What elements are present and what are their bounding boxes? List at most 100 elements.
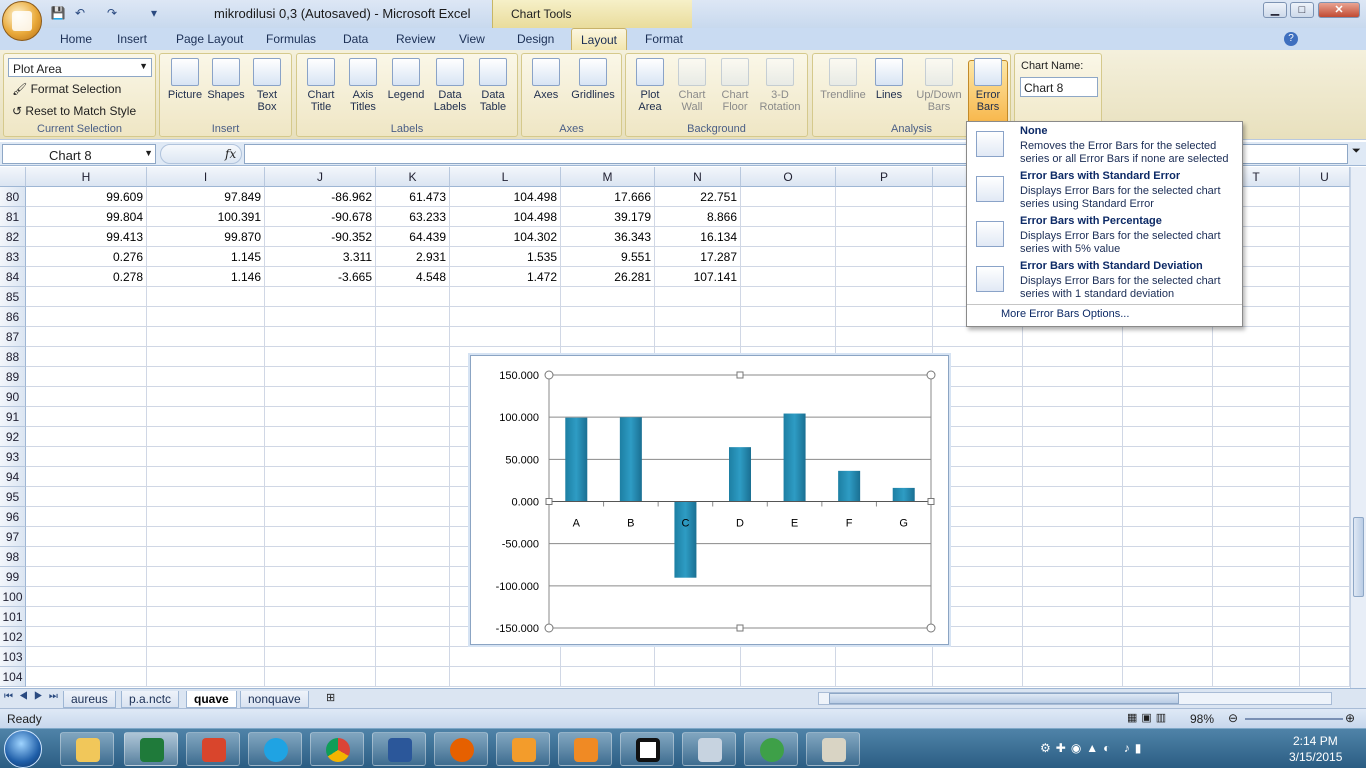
cell[interactable] bbox=[1213, 427, 1300, 447]
menu-item-none[interactable]: None Removes the Error Bars for the sele… bbox=[967, 122, 1242, 167]
cell[interactable] bbox=[1213, 467, 1300, 487]
cell[interactable] bbox=[26, 587, 147, 607]
cell[interactable] bbox=[1023, 447, 1123, 467]
cell[interactable] bbox=[147, 447, 265, 467]
cell[interactable] bbox=[26, 547, 147, 567]
cell[interactable] bbox=[26, 427, 147, 447]
cell[interactable] bbox=[836, 187, 933, 207]
cell[interactable]: 26.281 bbox=[561, 267, 655, 287]
cell[interactable]: 39.179 bbox=[561, 207, 655, 227]
tab-data[interactable]: Data bbox=[343, 32, 368, 46]
skype-taskbar-icon[interactable] bbox=[248, 732, 302, 766]
cell[interactable] bbox=[836, 207, 933, 227]
cell[interactable] bbox=[147, 567, 265, 587]
cell[interactable] bbox=[1123, 627, 1213, 647]
cell[interactable] bbox=[376, 587, 450, 607]
sheet-tab-aureus[interactable]: aureus bbox=[63, 691, 116, 708]
cell[interactable]: 100.391 bbox=[147, 207, 265, 227]
picture-button[interactable]: Picture bbox=[165, 58, 205, 101]
cell[interactable] bbox=[1300, 447, 1350, 467]
cell[interactable]: 9.551 bbox=[561, 247, 655, 267]
cell[interactable] bbox=[26, 607, 147, 627]
cell[interactable] bbox=[26, 507, 147, 527]
cell[interactable]: 104.498 bbox=[450, 187, 561, 207]
firefox-taskbar-icon[interactable] bbox=[434, 732, 488, 766]
zoom-level[interactable]: 98% bbox=[1190, 712, 1214, 726]
cell[interactable] bbox=[1023, 507, 1123, 527]
chart-wall-button[interactable]: Chart Wall bbox=[672, 58, 712, 113]
cell[interactable] bbox=[265, 467, 376, 487]
view-buttons-icon[interactable]: ▦▣▥ bbox=[1127, 711, 1170, 724]
axis-titles-button[interactable]: Axis Titles bbox=[343, 58, 383, 113]
data-labels-button[interactable]: Data Labels bbox=[429, 58, 471, 113]
cell[interactable] bbox=[741, 187, 836, 207]
row-header[interactable]: 90 bbox=[0, 387, 26, 407]
cell[interactable] bbox=[1300, 527, 1350, 547]
cell[interactable] bbox=[376, 667, 450, 687]
cell[interactable] bbox=[265, 587, 376, 607]
cell[interactable] bbox=[376, 527, 450, 547]
cell[interactable] bbox=[1123, 567, 1213, 587]
data-table-button[interactable]: Data Table bbox=[473, 58, 513, 113]
cell[interactable]: 4.548 bbox=[376, 267, 450, 287]
cell[interactable] bbox=[1023, 427, 1123, 447]
paint-taskbar-icon[interactable] bbox=[806, 732, 860, 766]
cell[interactable] bbox=[655, 647, 741, 667]
cell[interactable] bbox=[26, 647, 147, 667]
scroll-thumb[interactable] bbox=[829, 693, 1179, 704]
cell[interactable] bbox=[147, 287, 265, 307]
cell[interactable] bbox=[450, 287, 561, 307]
name-box[interactable]: Chart 8 ▼ bbox=[2, 144, 156, 164]
3d-rotation-button[interactable]: 3-D Rotation bbox=[757, 58, 803, 113]
cell[interactable] bbox=[450, 327, 561, 347]
cell[interactable] bbox=[933, 647, 1023, 667]
row-header[interactable]: 102 bbox=[0, 627, 26, 647]
clock-date[interactable]: 3/15/2015 bbox=[1289, 750, 1342, 764]
cell[interactable] bbox=[26, 407, 147, 427]
more-error-bars-options[interactable]: More Error Bars Options... bbox=[1001, 308, 1129, 320]
cell[interactable] bbox=[1023, 327, 1123, 347]
scroll-thumb[interactable] bbox=[1353, 517, 1364, 597]
sheet-tab-nonquave[interactable]: nonquave bbox=[240, 691, 309, 708]
cell[interactable] bbox=[26, 447, 147, 467]
cell[interactable] bbox=[376, 607, 450, 627]
cell[interactable] bbox=[147, 507, 265, 527]
cell[interactable] bbox=[1300, 667, 1350, 687]
column-header[interactable]: M bbox=[561, 167, 655, 187]
zoom-in-icon[interactable]: ⊕ bbox=[1345, 711, 1355, 725]
cell[interactable] bbox=[376, 307, 450, 327]
cell[interactable] bbox=[147, 427, 265, 447]
cell[interactable] bbox=[836, 247, 933, 267]
cell[interactable] bbox=[1213, 607, 1300, 627]
row-header[interactable]: 83 bbox=[0, 247, 26, 267]
insert-function-icon[interactable]: fx bbox=[225, 147, 236, 161]
text-box-button[interactable]: Text Box bbox=[249, 58, 285, 113]
cell[interactable] bbox=[265, 567, 376, 587]
cell[interactable] bbox=[1300, 247, 1350, 267]
cell[interactable] bbox=[655, 287, 741, 307]
cell[interactable] bbox=[741, 267, 836, 287]
cell[interactable] bbox=[26, 487, 147, 507]
row-header[interactable]: 88 bbox=[0, 347, 26, 367]
cell[interactable] bbox=[1023, 367, 1123, 387]
cell[interactable] bbox=[26, 467, 147, 487]
cell[interactable] bbox=[741, 307, 836, 327]
cell[interactable] bbox=[147, 327, 265, 347]
cell[interactable] bbox=[655, 667, 741, 687]
cell[interactable] bbox=[1300, 327, 1350, 347]
tab-formulas[interactable]: Formulas bbox=[266, 32, 316, 46]
cell[interactable] bbox=[265, 447, 376, 467]
cell[interactable] bbox=[1300, 407, 1350, 427]
cell[interactable] bbox=[26, 527, 147, 547]
cell[interactable] bbox=[1300, 587, 1350, 607]
row-header[interactable]: 91 bbox=[0, 407, 26, 427]
cell[interactable] bbox=[1213, 367, 1300, 387]
cell[interactable] bbox=[26, 387, 147, 407]
media-taskbar-icon[interactable] bbox=[496, 732, 550, 766]
cell[interactable] bbox=[1023, 587, 1123, 607]
cell[interactable]: 0.278 bbox=[26, 267, 147, 287]
cell[interactable] bbox=[1213, 447, 1300, 467]
customize-quick-access-icon[interactable]: ▾ bbox=[146, 5, 162, 21]
cell[interactable] bbox=[265, 287, 376, 307]
row-header[interactable]: 99 bbox=[0, 567, 26, 587]
